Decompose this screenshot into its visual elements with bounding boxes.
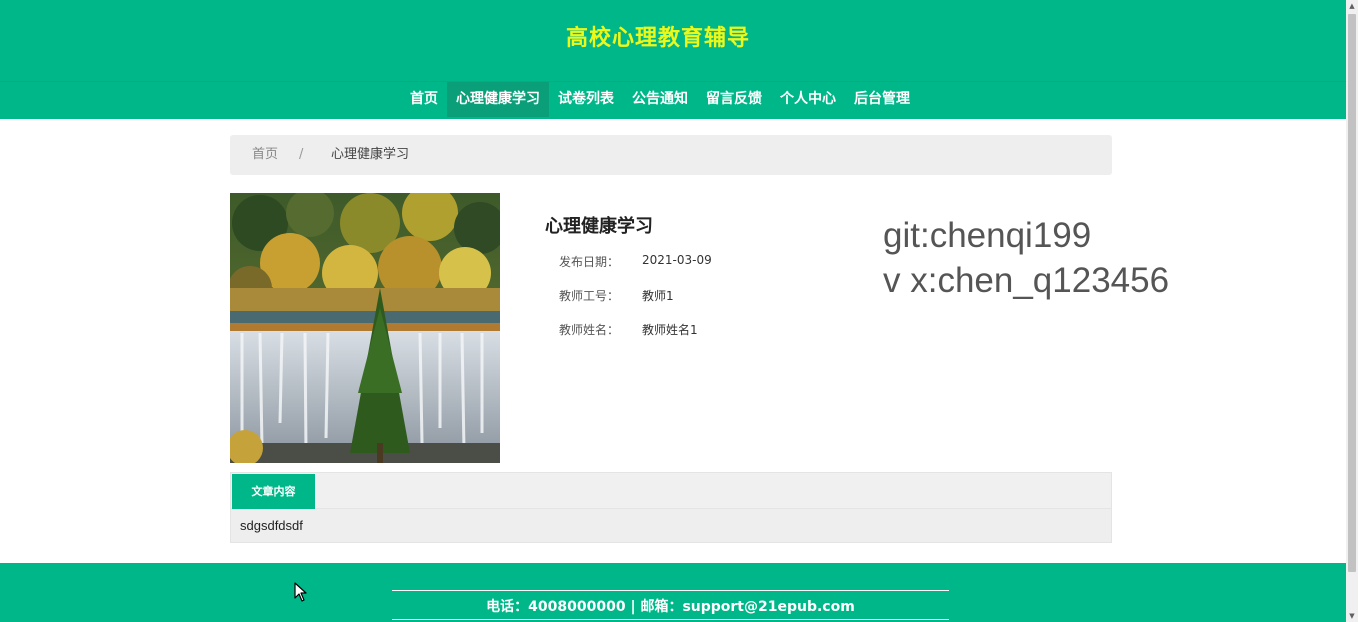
footer-divider-top [392,590,949,591]
nav-item-feedback[interactable]: 留言反馈 [697,82,771,117]
nav-item-exam-list[interactable]: 试卷列表 [549,82,623,117]
teacher-id-label: 教师工号： [559,289,620,303]
scroll-down-arrow-icon[interactable]: ▼ [1346,610,1358,622]
nav-item-announcements[interactable]: 公告通知 [623,82,697,117]
breadcrumb: 首页 / 心理健康学习 [230,135,1112,175]
scrollbar-thumb[interactable] [1348,14,1356,572]
teacher-name-value: 教师姓名1 [642,323,698,337]
breadcrumb-home-link[interactable]: 首页 [252,135,278,175]
nav-item-admin[interactable]: 后台管理 [845,82,919,117]
teacher-name-label: 教师姓名： [559,323,620,337]
watermark-line-2: v x:chen_q123456 [883,261,1170,300]
teacher-id-value: 教师1 [642,289,674,303]
site-header: 高校心理教育辅导 [0,0,1346,81]
breadcrumb-current: 心理健康学习 [331,147,410,162]
detail-title: 心理健康学习 [545,216,653,237]
vertical-scrollbar[interactable]: ▲ ▼ [1346,0,1358,622]
footer-contact: 电话：4008000000 | 邮箱：support@21epub.com [486,599,855,615]
nav-item-home[interactable]: 首页 [401,82,447,117]
nav-item-mental-health-learning[interactable]: 心理健康学习 [447,82,549,117]
publish-date-label: 发布日期： [559,255,620,269]
article-content-panel: sdgsdfdsdf [230,509,1112,543]
scroll-up-arrow-icon[interactable]: ▲ [1346,0,1358,12]
publish-date-value: 2021-03-09 [642,253,712,267]
breadcrumb-separator: / [299,147,304,162]
site-title: 高校心理教育辅导 [565,26,750,51]
mouse-pointer-icon [294,582,308,606]
site-footer: 电话：4008000000 | 邮箱：support@21epub.com [0,563,1346,622]
watermark-line-1: git:chenqi199 [883,216,1092,255]
tab-article-content[interactable]: 文章内容 [232,474,315,509]
content-tab-bar: 文章内容 [230,472,1112,509]
article-cover-image [230,193,500,463]
footer-divider-bottom [392,619,949,620]
article-content-text: sdgsdfdsdf [240,518,303,533]
main-nav: 首页 心理健康学习 试卷列表 公告通知 留言反馈 个人中心 后台管理 [0,81,1346,119]
nav-item-personal-center[interactable]: 个人中心 [771,82,845,117]
